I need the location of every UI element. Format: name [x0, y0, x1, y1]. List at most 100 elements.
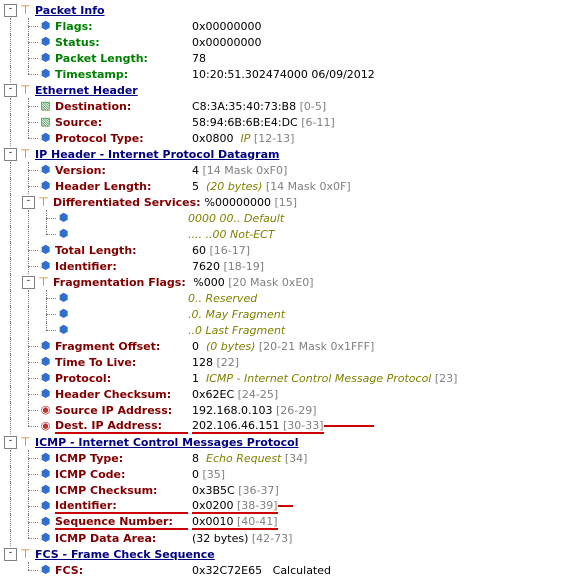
- section-packet-info[interactable]: - ⊤ Packet Info: [2, 2, 567, 18]
- bit-pattern: ..0: [188, 324, 202, 337]
- bit-meaning: May Fragment: [206, 308, 286, 321]
- cube-icon: ⬢: [38, 514, 53, 530]
- field-decoded: (20 bytes): [206, 180, 262, 193]
- collapse-icon[interactable]: -: [4, 148, 17, 161]
- field-label: FCS:: [55, 564, 188, 577]
- field-ip-header-checksum[interactable]: ⬢ Header Checksum: 0x62EC [24-25]: [2, 386, 567, 402]
- field-icmp-type[interactable]: ⬢ ICMP Type: 8 Echo Request [34]: [2, 450, 567, 466]
- field-value: 202.106.46.151: [192, 419, 279, 434]
- cube-icon: ⬢: [38, 258, 53, 274]
- field-ip-fragflags[interactable]: - ⊤ Fragmentation Flags: %000 [20 Mask 0…: [2, 274, 567, 290]
- field-value: 192.168.0.103: [192, 404, 272, 417]
- field-ip-fragment-offset[interactable]: ⬢ Fragment Offset: 0 (0 bytes) [20-21 Ma…: [2, 338, 567, 354]
- field-icmp-identifier[interactable]: ⬢ Identifier: 0x0200 [38-39]: [2, 498, 567, 514]
- field-decoded: Calculated: [273, 564, 331, 577]
- field-value: 0x3B5C: [192, 484, 235, 497]
- field-ip-ttl[interactable]: ⬢ Time To Live: 128 [22]: [2, 354, 567, 370]
- field-value: 78: [192, 52, 206, 65]
- field-decoded: IP: [241, 132, 251, 145]
- field-packet-length[interactable]: ⬢ Packet Length: 78: [2, 50, 567, 66]
- field-icmp-sequence[interactable]: ⬢ Sequence Number: 0x0010 [40-41]: [2, 514, 567, 530]
- cube-icon: ⬢: [56, 306, 71, 322]
- section-ethernet[interactable]: - ⊤ Ethernet Header: [2, 82, 567, 98]
- section-title: FCS - Frame Check Sequence: [35, 548, 215, 561]
- field-value: 0x32C72E65: [192, 564, 262, 577]
- field-icmp-data-area[interactable]: ⬢ ICMP Data Area: (32 bytes) [42-73]: [2, 530, 567, 546]
- bit-meaning: Default: [244, 212, 284, 225]
- field-value: 0x00000000: [192, 20, 262, 33]
- field-icmp-code[interactable]: ⬢ ICMP Code: 0 [35]: [2, 466, 567, 482]
- field-offset: [26-29]: [276, 404, 317, 417]
- field-ip-fragflags-bit1[interactable]: ⬢ .0. May Fragment: [2, 306, 567, 322]
- field-label: Differentiated Services:: [53, 196, 201, 209]
- collapse-icon[interactable]: -: [4, 84, 17, 97]
- field-offset: [35]: [203, 468, 226, 481]
- field-ip-identifier[interactable]: ⬢ Identifier: 7620 [18-19]: [2, 258, 567, 274]
- field-status[interactable]: ⬢ Status: 0x00000000: [2, 34, 567, 50]
- field-ip-protocol[interactable]: ⬢ Protocol: 1 ICMP - Internet Control Me…: [2, 370, 567, 386]
- field-value: 60: [192, 244, 206, 257]
- cube-icon: ⬢: [38, 450, 53, 466]
- field-label: ICMP Code:: [55, 468, 188, 481]
- cube-icon: ⬢: [38, 530, 53, 546]
- nic-icon: ▧: [38, 98, 53, 114]
- field-ip-fragflags-bit2[interactable]: ⬢ ..0 Last Fragment: [2, 322, 567, 338]
- field-ip-fragflags-bit0[interactable]: ⬢ 0.. Reserved: [2, 290, 567, 306]
- field-fcs[interactable]: ⬢ FCS: 0x32C72E65 Calculated: [2, 562, 567, 578]
- field-ip-total-length[interactable]: ⬢ Total Length: 60 [16-17]: [2, 242, 567, 258]
- collapse-icon[interactable]: -: [4, 4, 17, 17]
- section-fcs[interactable]: - ⊤ FCS - Frame Check Sequence: [2, 546, 567, 562]
- cube-icon: ⬢: [38, 354, 53, 370]
- field-label: Time To Live:: [55, 356, 188, 369]
- field-value: %000: [193, 276, 224, 289]
- cube-icon: ⬢: [38, 66, 53, 82]
- cube-icon: ⬢: [38, 370, 53, 386]
- collapse-icon[interactable]: -: [22, 196, 35, 209]
- field-value: 0x0200: [192, 499, 234, 514]
- field-icmp-checksum[interactable]: ⬢ ICMP Checksum: 0x3B5C [36-37]: [2, 482, 567, 498]
- field-label: Source IP Address:: [55, 404, 188, 417]
- collapse-icon[interactable]: -: [4, 436, 17, 449]
- collapse-icon[interactable]: -: [4, 548, 17, 561]
- field-decoded: (0 bytes): [206, 340, 255, 353]
- field-label: Protocol:: [55, 372, 188, 385]
- field-timestamp[interactable]: ⬢ Timestamp: 10:20:51.302474000 06/09/20…: [2, 66, 567, 82]
- section-icmp[interactable]: - ⊤ ICMP - Internet Control Messages Pro…: [2, 434, 567, 450]
- field-ip-diffserv-bit1[interactable]: ⬢ .... ..00 Not-ECT: [2, 226, 567, 242]
- section-ip-header[interactable]: - ⊤ IP Header - Internet Protocol Datagr…: [2, 146, 567, 162]
- field-label: Status:: [55, 36, 188, 49]
- field-ip-diffserv[interactable]: - ⊤ Differentiated Services: %00000000 […: [2, 194, 567, 210]
- field-value: 4: [192, 164, 199, 177]
- field-label: Fragmentation Flags:: [53, 276, 186, 289]
- field-offset: [24-25]: [238, 388, 279, 401]
- field-label: Protocol Type:: [55, 132, 188, 145]
- field-value: C8:3A:35:40:73:B8: [192, 100, 296, 113]
- field-eth-source[interactable]: ▧ Source: 58:94:6B:6B:E4:DC [6-11]: [2, 114, 567, 130]
- cube-icon: ⬢: [38, 130, 53, 146]
- field-eth-protocol[interactable]: ⬢ Protocol Type: 0x0800 IP [12-13]: [2, 130, 567, 146]
- field-value: (32 bytes): [192, 532, 248, 545]
- field-eth-destination[interactable]: ▧ Destination: C8:3A:35:40:73:B8 [0-5]: [2, 98, 567, 114]
- cube-icon: ⬢: [38, 562, 53, 578]
- field-offset: [14 Mask 0xF0]: [203, 164, 288, 177]
- collapse-icon[interactable]: -: [22, 276, 35, 289]
- field-label: ICMP Type:: [55, 452, 188, 465]
- field-decoded: Echo Request: [206, 452, 281, 465]
- field-offset: [14 Mask 0x0F]: [266, 180, 351, 193]
- field-offset: [42-73]: [252, 532, 293, 545]
- field-offset: [20-21 Mask 0x1FFF]: [259, 340, 374, 353]
- field-value: 5: [192, 180, 199, 193]
- bit-meaning: Last Fragment: [206, 324, 286, 337]
- field-ip-header-length[interactable]: ⬢ Header Length: 5 (20 bytes) [14 Mask 0…: [2, 178, 567, 194]
- field-label: Total Length:: [55, 244, 188, 257]
- field-offset: [16-17]: [210, 244, 251, 257]
- struct-icon: ⊤: [18, 146, 33, 162]
- field-offset: [18-19]: [224, 260, 265, 273]
- cube-icon: ⬢: [38, 18, 53, 34]
- field-ip-source-ip[interactable]: ◉ Source IP Address: 192.168.0.103 [26-2…: [2, 402, 567, 418]
- field-flags[interactable]: ⬢ Flags: 0x00000000: [2, 18, 567, 34]
- ip-icon: ◉: [38, 418, 53, 434]
- field-ip-diffserv-bit0[interactable]: ⬢ 0000 00.. Default: [2, 210, 567, 226]
- field-ip-version[interactable]: ⬢ Version: 4 [14 Mask 0xF0]: [2, 162, 567, 178]
- field-ip-dest-ip[interactable]: ◉ Dest. IP Address: 202.106.46.151 [30-3…: [2, 418, 567, 434]
